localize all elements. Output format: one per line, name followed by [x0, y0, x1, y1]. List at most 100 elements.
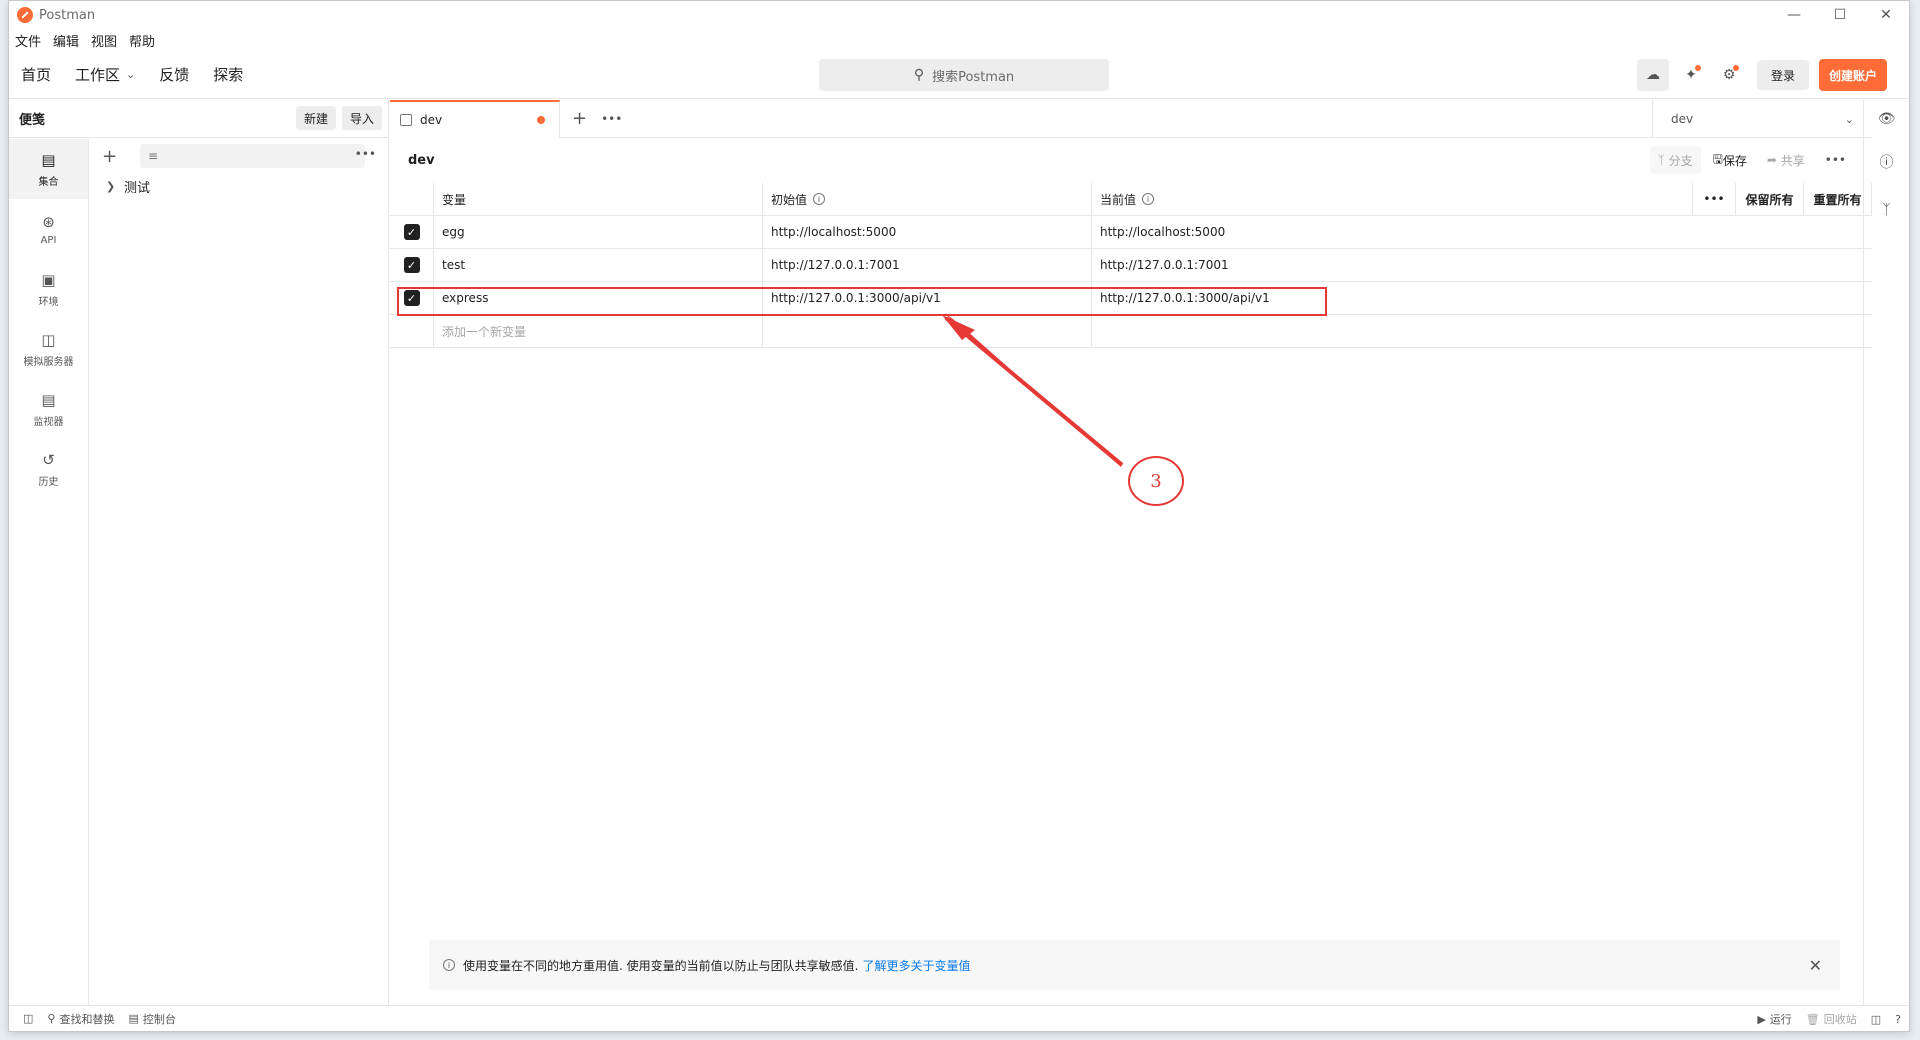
environment-selector[interactable]: dev ⌄ [1652, 100, 1872, 138]
login-button[interactable]: 登录 [1756, 60, 1809, 90]
info-icon[interactable]: i [1142, 193, 1155, 205]
close-window-icon[interactable]: ✕ [1863, 1, 1909, 29]
search-placeholder: 搜索Postman [932, 69, 1015, 85]
console-button[interactable]: ▤ 控制台 [128, 1011, 175, 1027]
add-collection-icon[interactable]: + [102, 146, 126, 167]
header-variable: 变量 [434, 183, 763, 215]
nav-explore[interactable]: 探索 [213, 64, 243, 85]
row-checkbox-cell [390, 315, 434, 347]
maximize-icon[interactable]: ☐ [1817, 1, 1863, 29]
find-replace-label: 查找和替换 [59, 1012, 115, 1026]
api-icon: ⊛ [42, 212, 55, 231]
unsaved-dot [537, 115, 545, 124]
history-icon: ↺ [42, 450, 55, 469]
eye-icon[interactable]: 👁 [1864, 100, 1909, 138]
settings-gear-icon[interactable]: ⚙ [1713, 59, 1745, 91]
learn-more-link[interactable]: 了解更多关于变量值 [862, 957, 970, 974]
more-actions-icon[interactable]: ••• [1817, 146, 1854, 174]
menu-help[interactable]: 帮助 [129, 31, 155, 50]
header-checkbox-cell [390, 183, 434, 215]
keep-all-button[interactable]: 保留所有 [1736, 183, 1804, 215]
menu-file[interactable]: 文件 [15, 31, 41, 50]
notification-dot [1694, 65, 1701, 71]
initial-value-cell[interactable]: http://127.0.0.1:7001 [763, 249, 1092, 281]
rail-item-history[interactable]: ↺ 历史 [9, 439, 88, 499]
fork-button[interactable]: ᛉ 分支 [1649, 146, 1701, 174]
fork-label: 分支 [1668, 153, 1693, 168]
new-current-value-input[interactable] [1092, 315, 1692, 347]
info-icon[interactable]: i [813, 193, 826, 205]
row-checkbox-cell: ✓ [390, 249, 434, 281]
create-account-button[interactable]: 创建账户 [1818, 59, 1887, 91]
checkbox[interactable]: ✓ [403, 257, 420, 273]
environment-toolbar: dev ᛉ 分支 🖫 保存 ➦ 共享 ••• [390, 138, 1872, 182]
filter-input[interactable]: ≡ [140, 144, 365, 168]
menu-bar: 文件 编辑 视图 帮助 [9, 29, 167, 51]
tab-more-icon[interactable]: ••• [601, 112, 622, 126]
rail-item-environments[interactable]: ▣ 环境 [9, 259, 88, 319]
main-area: dev + ••• dev ⌄ dev ᛉ 分支 🖫 保存 ➦ 共享 ••• 变量 [390, 99, 1872, 1006]
trash-button[interactable]: 🗑 回收站 [1806, 1011, 1857, 1027]
right-rail: 👁 ⓘ ᛉ [1863, 100, 1909, 1006]
runner-icon: ▶ [1757, 1012, 1766, 1026]
toggle-sidebar-icon[interactable]: ◫ [23, 1012, 33, 1025]
find-replace-button[interactable]: ⚲ 查找和替换 [47, 1011, 114, 1027]
collection-item[interactable]: ❯ 测试 [90, 173, 388, 199]
variable-cell[interactable]: egg [434, 216, 763, 248]
share-button[interactable]: ➦ 共享 [1759, 146, 1813, 174]
nav-workspace[interactable]: 工作区 ⌄ [75, 64, 135, 85]
console-icon: ▤ [128, 1012, 139, 1025]
environment-name[interactable]: dev [408, 153, 435, 168]
current-value-cell[interactable]: http://localhost:5000 [1092, 216, 1692, 248]
close-icon[interactable]: ✕ [1809, 956, 1822, 975]
minimize-icon[interactable]: — [1771, 1, 1817, 29]
header-current-value: 当前值 i [1092, 183, 1692, 215]
collection-name: 测试 [124, 180, 151, 196]
rail-item-api[interactable]: ⊛ API [9, 199, 88, 259]
environment-icon: ▣ [41, 270, 56, 289]
checkbox[interactable]: ✓ [403, 224, 420, 240]
save-icon: 🖫 [1712, 151, 1723, 166]
notification-dot [1732, 65, 1739, 71]
import-button[interactable]: 导入 [341, 106, 382, 130]
header-current-label: 当前值 [1100, 192, 1137, 207]
nav-feedback[interactable]: 反馈 [159, 64, 189, 85]
new-initial-value-input[interactable] [763, 315, 1092, 347]
tab-bar: dev + ••• dev ⌄ [390, 99, 1872, 138]
filter-icon: ≡ [148, 149, 159, 163]
sidebar-rail: ▤ 集合 ⊛ API ▣ 环境 ◫ 模拟服务器 ▤ 监视器 ↺ 历史 [9, 139, 89, 1006]
rail-label: 模拟服务器 [23, 356, 74, 368]
fork-info-icon[interactable]: ᛉ [1864, 186, 1909, 234]
initial-value-cell[interactable]: http://localhost:5000 [763, 216, 1092, 248]
collections-panel: + ≡ ••• ❯ 测试 [90, 139, 388, 199]
rail-item-mock-servers[interactable]: ◫ 模拟服务器 [9, 319, 88, 379]
rail-label: API [40, 234, 57, 246]
help-icon[interactable]: ? [1895, 1013, 1901, 1026]
tab-dev[interactable]: dev [390, 99, 560, 138]
column-more-icon[interactable]: ••• [1692, 183, 1736, 215]
current-value-cell[interactable]: http://127.0.0.1:7001 [1092, 249, 1692, 281]
reset-all-button[interactable]: 重置所有 [1804, 183, 1872, 215]
satellite-icon[interactable]: ✦ [1675, 59, 1707, 91]
info-panel-icon[interactable]: ⓘ [1864, 138, 1909, 186]
save-button[interactable]: 🖫 保存 [1705, 146, 1755, 174]
menu-view[interactable]: 视图 [91, 31, 117, 50]
rail-label: 环境 [38, 296, 59, 308]
monitor-icon: ▤ [41, 390, 56, 409]
runner-label: 运行 [1769, 1013, 1792, 1026]
menu-edit[interactable]: 编辑 [53, 31, 79, 50]
new-variable-input[interactable]: 添加一个新变量 [434, 315, 763, 347]
new-button[interactable]: 新建 [295, 106, 336, 130]
annotation-highlight-box [397, 287, 1327, 316]
two-pane-icon[interactable]: ◫ [1871, 1013, 1881, 1026]
variable-cell[interactable]: test [434, 249, 763, 281]
rail-item-collections[interactable]: ▤ 集合 [9, 139, 88, 199]
rail-item-monitors[interactable]: ▤ 监视器 [9, 379, 88, 439]
runner-button[interactable]: ▶ 运行 [1757, 1011, 1791, 1027]
nav-home[interactable]: 首页 [21, 64, 51, 85]
annotation-callout: 3 [1128, 456, 1184, 506]
more-options-icon[interactable]: ••• [355, 147, 376, 161]
new-tab-icon[interactable]: + [572, 108, 587, 129]
global-search[interactable]: ⚲ 搜索Postman [819, 59, 1109, 91]
sync-cloud-icon[interactable]: ☁ [1636, 59, 1669, 91]
